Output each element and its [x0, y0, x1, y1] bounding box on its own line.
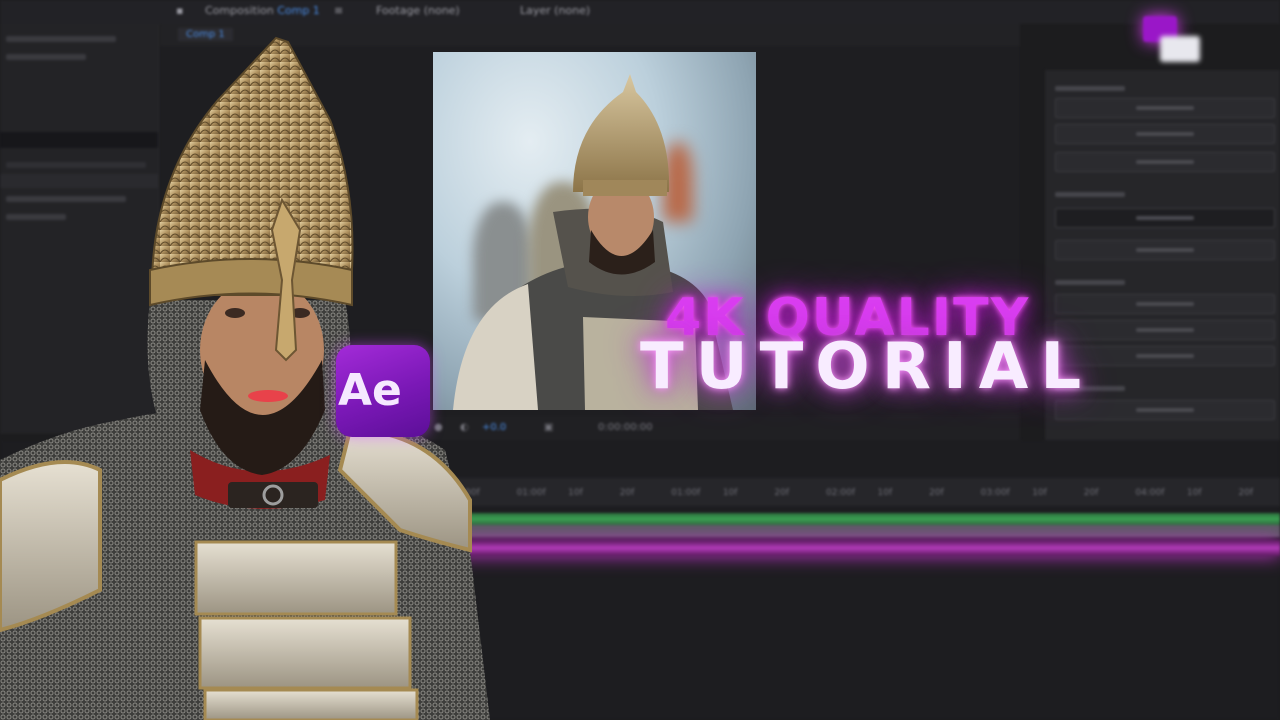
panel-dropdown[interactable] — [1055, 208, 1275, 228]
panel-button[interactable] — [1055, 98, 1275, 118]
ruler-tick: 20f — [929, 488, 944, 498]
ruler-tick: 03:00f — [980, 488, 1010, 498]
panel-button[interactable] — [1055, 294, 1275, 314]
ruler-tick: 10f — [877, 488, 893, 498]
time-ruler[interactable]: 00f 01:00f 10f 20f 01:00f 10f 20f 02:00f 10f 20f 0… — [455, 478, 1280, 506]
viewer-toolbar: ● ◐ +0.0 ▣ 0:00:00:00 — [420, 416, 1020, 440]
menu-icon[interactable]: ≡ — [334, 4, 343, 17]
folder-icon: ▪ — [176, 4, 184, 17]
composition-tab[interactable]: Composition Comp 1 — [205, 4, 320, 17]
panel-button[interactable] — [1055, 240, 1275, 260]
panel-button[interactable] — [1055, 152, 1275, 172]
timecode[interactable]: 0:00:00:00 — [598, 422, 653, 433]
ruler-tick: 20f — [774, 488, 789, 498]
ruler-tick: 20f — [1238, 488, 1254, 498]
ruler-tick: 01:00f — [671, 488, 701, 498]
ruler-tick: 10f — [1032, 488, 1047, 498]
timeline-layer-bar[interactable] — [455, 525, 1280, 537]
app-badge-icon — [1160, 36, 1200, 62]
ruler-tick: 10f — [568, 488, 583, 498]
layer-tab[interactable]: Layer (none) — [520, 4, 590, 17]
ruler-tick: 10f — [1186, 488, 1202, 498]
camera-icon[interactable]: ▣ — [544, 422, 553, 433]
ruler-tick: 20f — [619, 488, 635, 498]
footage-tab[interactable]: Footage (none) — [376, 4, 460, 17]
headline-tutorial: TUTORIAL — [640, 330, 1094, 404]
panel-button[interactable] — [1055, 124, 1275, 144]
after-effects-logo: Ae — [336, 345, 430, 437]
timeline-layer-bar[interactable] — [455, 540, 1280, 556]
after-effects-logo-text: Ae — [338, 365, 402, 416]
ruler-tick: 01:00f — [516, 488, 546, 498]
panel-tab-bar: ▪ Composition Comp 1 ≡ Footage (none) La… — [0, 0, 1280, 24]
ruler-tick: 10f — [722, 488, 738, 498]
ruler-tick: 20f — [1083, 488, 1099, 498]
timeline-layer-bar[interactable] — [455, 513, 1280, 525]
ruler-tick: 04:00f — [1135, 488, 1165, 498]
ruler-tick: 02:00f — [825, 488, 856, 498]
